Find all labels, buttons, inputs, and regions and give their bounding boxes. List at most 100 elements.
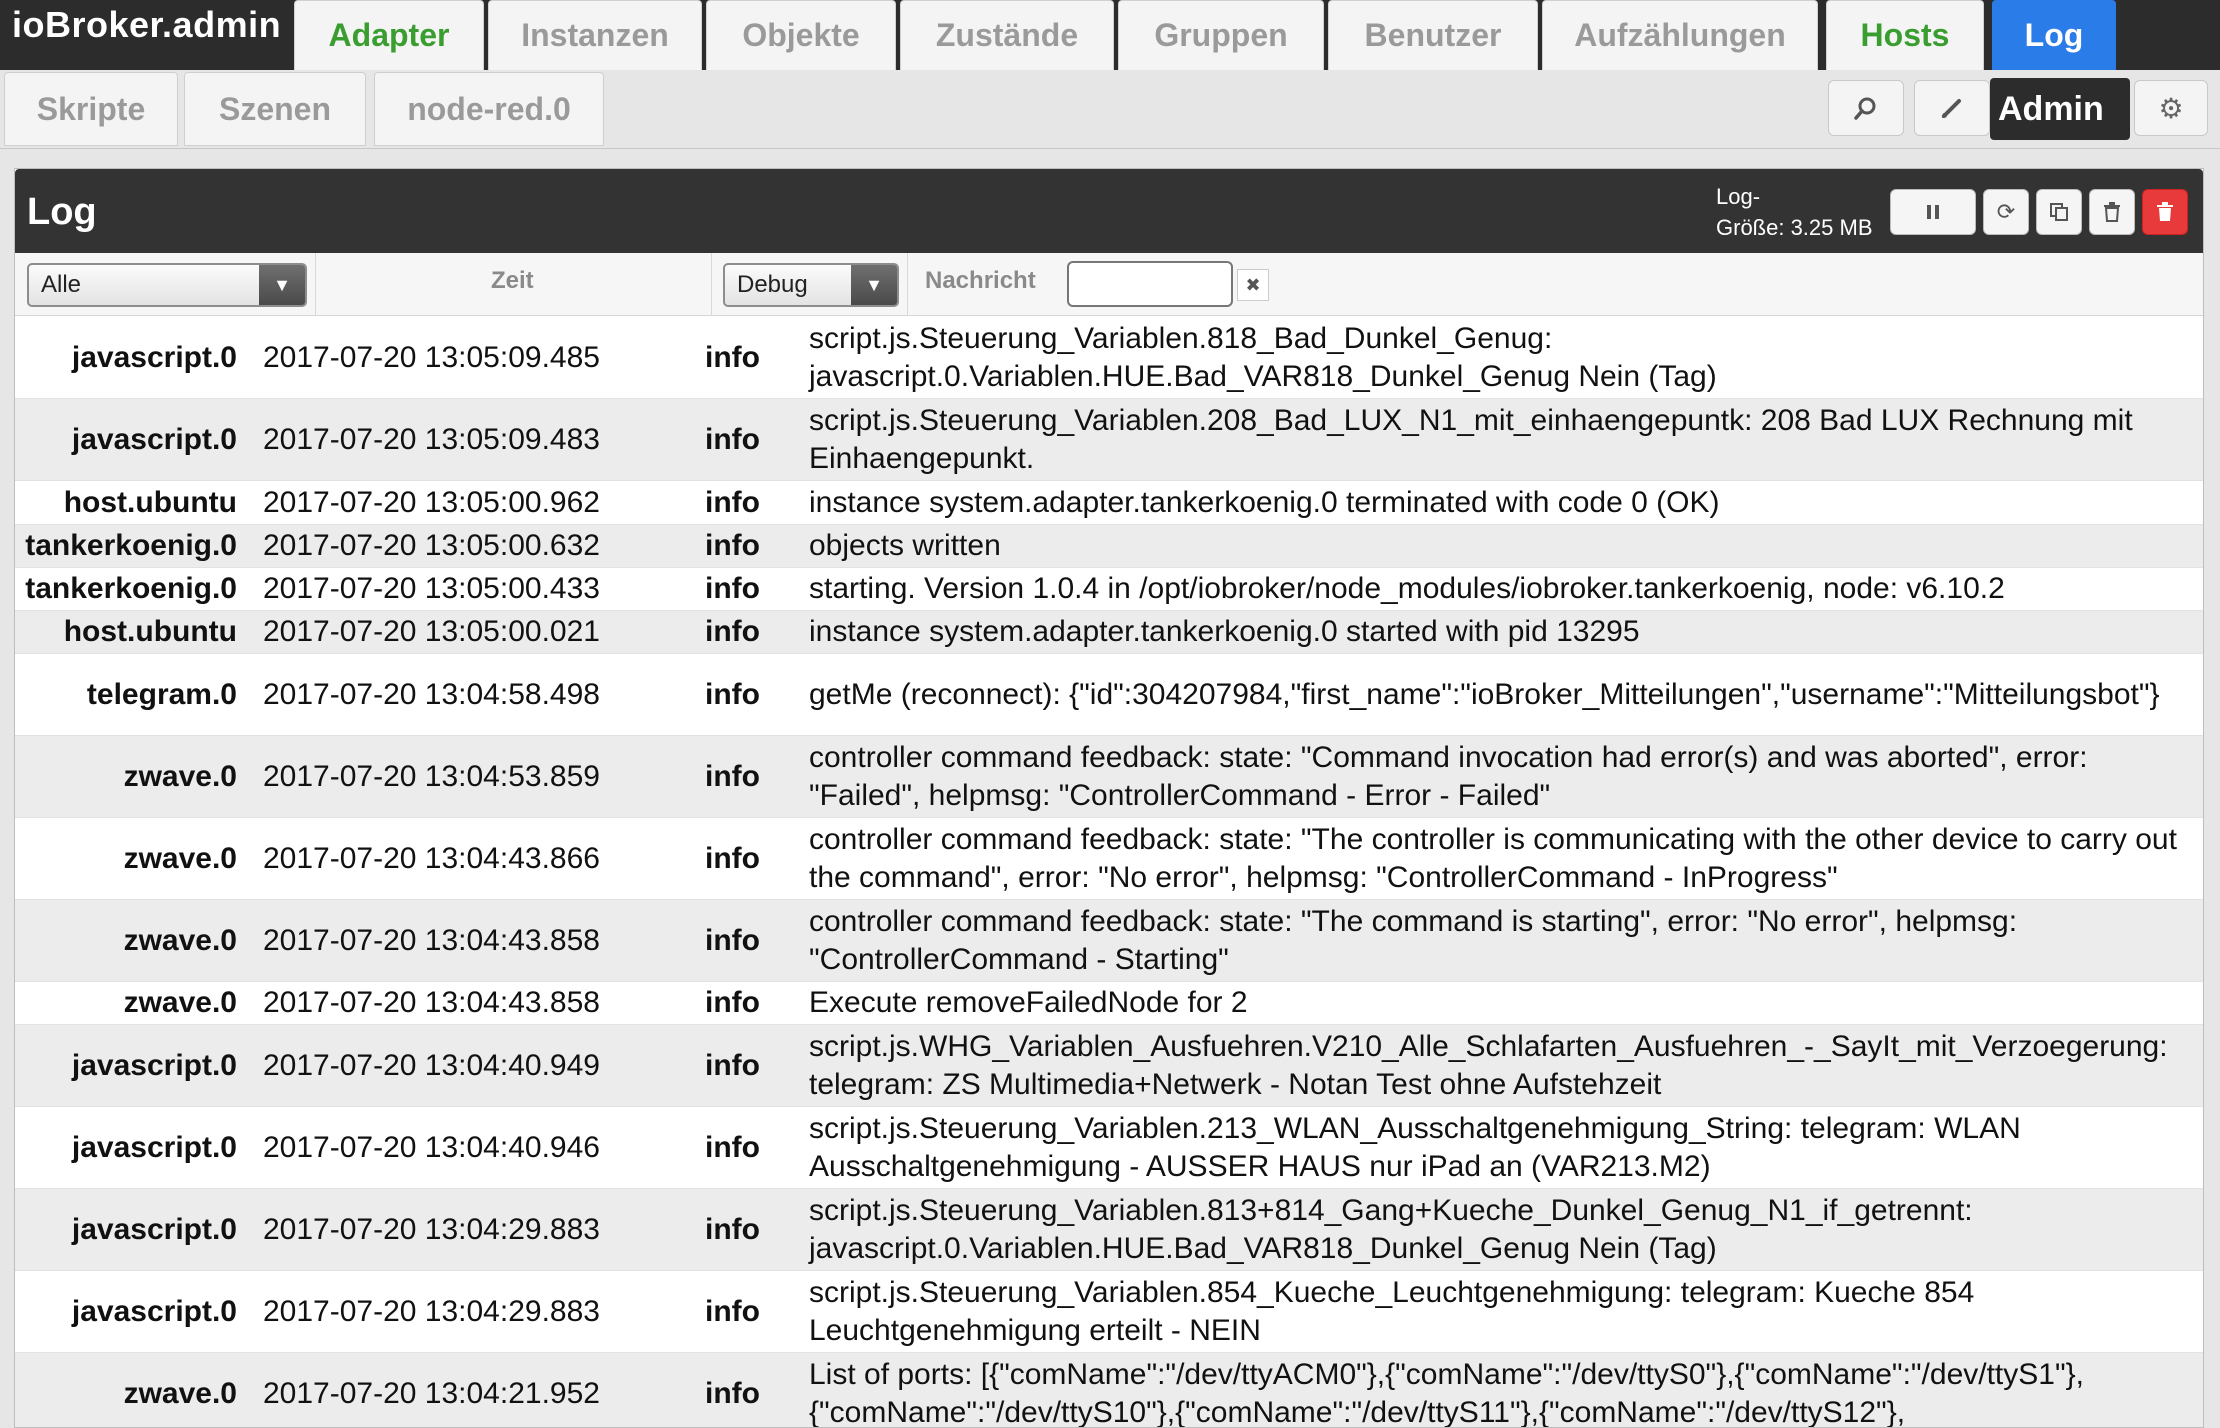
log-severity: info [695, 1377, 809, 1411]
table-row[interactable]: tankerkoenig.02017-07-20 13:05:00.632inf… [15, 525, 2203, 568]
log-source: zwave.0 [15, 986, 251, 1020]
tab-objekte[interactable]: Objekte [706, 0, 896, 70]
table-row[interactable]: zwave.02017-07-20 13:04:43.858infocontro… [15, 900, 2203, 982]
user-name[interactable]: Admin [1998, 90, 2104, 129]
log-message: controller command feedback: state: "The… [809, 821, 2203, 897]
tab-aufzaehlungen[interactable]: Aufzählungen [1542, 0, 1818, 70]
trash-icon [2155, 201, 2175, 223]
pencil-icon [1939, 95, 1965, 121]
log-source: javascript.0 [15, 341, 251, 375]
tab-hosts[interactable]: Hosts [1826, 0, 1984, 70]
source-filter-value: Alle [41, 271, 81, 299]
log-severity: info [695, 924, 809, 958]
table-row[interactable]: zwave.02017-07-20 13:04:43.858infoExecut… [15, 982, 2203, 1025]
pause-button[interactable] [1890, 189, 1976, 235]
log-time: 2017-07-20 13:04:40.949 [251, 1049, 695, 1083]
table-row[interactable]: host.ubuntu2017-07-20 13:05:00.962infoin… [15, 481, 2203, 525]
log-message: script.js.Steuerung_Variablen.854_Kueche… [809, 1274, 2203, 1350]
log-size: Log- Größe: 3.25 MB [1716, 181, 1886, 243]
settings-button[interactable]: ⚙ [2134, 80, 2208, 136]
log-severity: info [695, 986, 809, 1020]
table-row[interactable]: zwave.02017-07-20 13:04:43.866infocontro… [15, 818, 2203, 900]
log-severity: info [695, 423, 809, 457]
delete-all-button[interactable] [2142, 189, 2188, 235]
table-row[interactable]: zwave.02017-07-20 13:04:21.952infoList o… [15, 1353, 2203, 1428]
tab-log[interactable]: Log [1992, 0, 2116, 70]
log-severity: info [695, 1131, 809, 1165]
log-time: 2017-07-20 13:05:00.962 [251, 486, 695, 520]
log-source: telegram.0 [15, 678, 251, 712]
log-source: javascript.0 [15, 1131, 251, 1165]
log-time: 2017-07-20 13:04:53.859 [251, 760, 695, 794]
gear-icon: ⚙ [2158, 92, 2183, 125]
log-message: Execute removeFailedNode for 2 [809, 984, 2203, 1022]
log-time: 2017-07-20 13:05:00.021 [251, 615, 695, 649]
tab-gruppen[interactable]: Gruppen [1118, 0, 1324, 70]
search-button[interactable] [1828, 80, 1904, 136]
table-row[interactable]: tankerkoenig.02017-07-20 13:05:00.433inf… [15, 568, 2203, 611]
log-source: javascript.0 [15, 1213, 251, 1247]
log-message: objects written [809, 527, 2203, 565]
log-time: 2017-07-20 13:05:00.632 [251, 529, 695, 563]
tab-instanzen[interactable]: Instanzen [488, 0, 702, 70]
tab-szenen[interactable]: Szenen [184, 72, 366, 146]
level-filter-select[interactable]: Debug ▼ [723, 263, 899, 307]
panel-title: Log [27, 191, 97, 234]
source-filter-select[interactable]: Alle ▼ [27, 263, 307, 307]
log-severity: info [695, 1049, 809, 1083]
table-row[interactable]: javascript.02017-07-20 13:05:09.483infos… [15, 399, 2203, 481]
log-severity: info [695, 529, 809, 563]
log-message: script.js.Steuerung_Variablen.213_WLAN_A… [809, 1110, 2203, 1186]
log-size-label: Log- [1716, 181, 1886, 212]
time-column-header[interactable]: Zeit [491, 267, 534, 295]
log-message: script.js.WHG_Variablen_Ausfuehren.V210_… [809, 1028, 2203, 1104]
tab-skripte[interactable]: Skripte [4, 72, 178, 146]
search-icon [1853, 95, 1879, 121]
chevron-down-icon: ▼ [259, 265, 305, 305]
delete-button[interactable] [2089, 189, 2135, 235]
log-message: script.js.Steuerung_Variablen.818_Bad_Du… [809, 320, 2203, 396]
close-icon: ✖ [1245, 275, 1260, 296]
log-source: zwave.0 [15, 760, 251, 794]
trash-icon [2102, 201, 2122, 223]
log-time: 2017-07-20 13:04:29.883 [251, 1213, 695, 1247]
column-divider [907, 253, 908, 315]
message-filter-input[interactable] [1067, 261, 1233, 307]
table-row[interactable]: javascript.02017-07-20 13:04:29.883infos… [15, 1271, 2203, 1353]
log-size-value: Größe: 3.25 MB [1716, 212, 1886, 243]
table-row[interactable]: javascript.02017-07-20 13:05:09.485infos… [15, 317, 2203, 399]
column-divider [315, 253, 316, 315]
log-time: 2017-07-20 13:04:43.858 [251, 986, 695, 1020]
table-row[interactable]: zwave.02017-07-20 13:04:53.859infocontro… [15, 736, 2203, 818]
tab-adapter[interactable]: Adapter [294, 0, 484, 70]
log-severity: info [695, 760, 809, 794]
log-time: 2017-07-20 13:04:43.858 [251, 924, 695, 958]
tab-benutzer[interactable]: Benutzer [1328, 0, 1538, 70]
log-severity: info [695, 341, 809, 375]
refresh-button[interactable]: ⟳ [1983, 189, 2029, 235]
clear-filter-button[interactable]: ✖ [1237, 269, 1269, 301]
column-divider [711, 253, 712, 315]
log-severity: info [695, 1213, 809, 1247]
secondary-tab-bar: Skripte Szenen node-red.0 Admin ⚙ [0, 70, 2220, 149]
log-panel-header: Log Log- Größe: 3.25 MB ⟳ [15, 169, 2203, 253]
log-message: script.js.Steuerung_Variablen.208_Bad_LU… [809, 402, 2203, 478]
table-row[interactable]: host.ubuntu2017-07-20 13:05:00.021infoin… [15, 611, 2203, 654]
log-severity: info [695, 572, 809, 606]
log-source: zwave.0 [15, 1377, 251, 1411]
copy-button[interactable] [2036, 189, 2082, 235]
table-row[interactable]: javascript.02017-07-20 13:04:40.946infos… [15, 1107, 2203, 1189]
tab-zustaende[interactable]: Zustände [900, 0, 1114, 70]
log-message: instance system.adapter.tankerkoenig.0 t… [809, 484, 2203, 522]
table-row[interactable]: telegram.02017-07-20 13:04:58.498infoget… [15, 654, 2203, 736]
log-filter-row: Alle ▼ Zeit Debug ▼ Nachricht ✖ [15, 253, 2203, 316]
log-severity: info [695, 486, 809, 520]
log-time: 2017-07-20 13:04:58.498 [251, 678, 695, 712]
log-source: zwave.0 [15, 924, 251, 958]
edit-button[interactable] [1914, 80, 1990, 136]
log-source: host.ubuntu [15, 486, 251, 520]
tab-node-red[interactable]: node-red.0 [374, 72, 604, 146]
table-row[interactable]: javascript.02017-07-20 13:04:40.949infos… [15, 1025, 2203, 1107]
table-row[interactable]: javascript.02017-07-20 13:04:29.883infos… [15, 1189, 2203, 1271]
log-source: javascript.0 [15, 1049, 251, 1083]
